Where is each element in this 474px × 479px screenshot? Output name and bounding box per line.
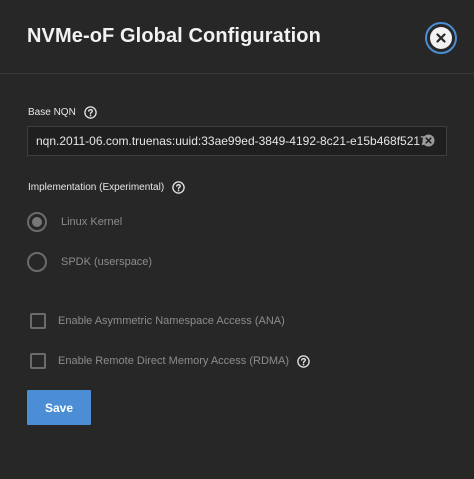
dialog-header: NVMe-oF Global Configuration xyxy=(0,0,474,74)
clear-input-icon[interactable] xyxy=(422,134,435,147)
save-button[interactable]: Save xyxy=(27,390,91,425)
radio-label: Linux Kernel xyxy=(61,216,123,228)
base-nqn-input[interactable]: nqn.2011-06.com.truenas:uuid:33ae99ed-38… xyxy=(27,126,447,156)
radio-dot xyxy=(32,217,42,227)
dialog-title: NVMe-oF Global Configuration xyxy=(27,25,321,47)
ana-checkbox[interactable] xyxy=(30,313,46,329)
radio-spdk[interactable]: SPDK (userspace) xyxy=(27,252,152,272)
base-nqn-label-row: Base NQN xyxy=(28,106,97,119)
base-nqn-label: Base NQN xyxy=(28,107,76,118)
rdma-checkbox-row[interactable]: Enable Remote Direct Memory Access (RDMA… xyxy=(30,353,310,369)
help-icon[interactable] xyxy=(297,354,310,368)
help-icon[interactable] xyxy=(172,181,185,194)
ana-checkbox-row[interactable]: Enable Asymmetric Namespace Access (ANA) xyxy=(30,313,285,329)
radio-label: SPDK (userspace) xyxy=(61,256,153,268)
implementation-label-row: Implementation (Experimental) xyxy=(28,181,185,194)
rdma-checkbox-label: Enable Remote Direct Memory Access (RDMA… xyxy=(58,355,290,367)
implementation-label: Implementation (Experimental) xyxy=(28,182,165,193)
ana-checkbox-label: Enable Asymmetric Namespace Access (ANA) xyxy=(58,315,285,327)
close-button[interactable] xyxy=(425,22,457,54)
rdma-checkbox[interactable] xyxy=(30,353,46,369)
radio-button[interactable] xyxy=(27,252,47,272)
radio-button-selected[interactable] xyxy=(27,212,47,232)
close-icon xyxy=(430,27,452,49)
nvmeof-config-dialog: NVMe-oF Global Configuration Base NQN nq… xyxy=(0,0,474,479)
radio-linux-kernel[interactable]: Linux Kernel xyxy=(27,212,122,232)
help-icon[interactable] xyxy=(84,106,97,119)
